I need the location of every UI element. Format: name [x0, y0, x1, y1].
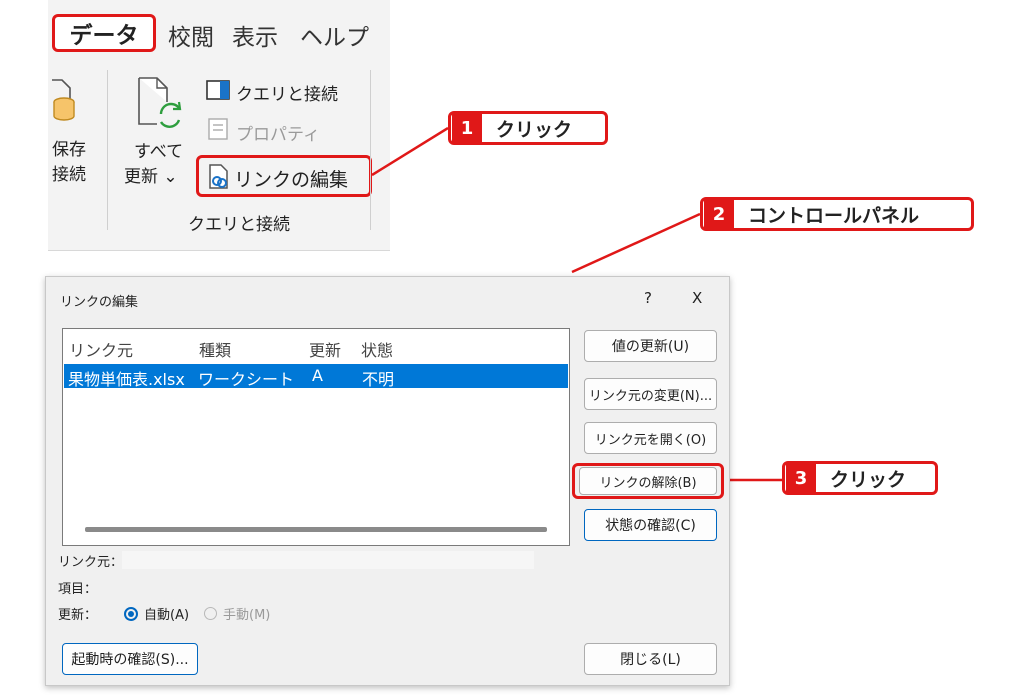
- callout-3-text: クリック: [830, 468, 907, 491]
- callout-1-number: 1: [452, 114, 482, 142]
- radio-unselected-icon: [204, 607, 217, 620]
- table-row[interactable]: 果物単価表.xlsx ワークシート A 不明: [64, 364, 568, 389]
- update-values-button[interactable]: 値の更新(U): [584, 330, 717, 362]
- radio-auto[interactable]: 自動(A): [124, 604, 189, 623]
- column-header-source[interactable]: リンク元: [69, 337, 133, 361]
- open-source-button[interactable]: リンク元を開く(O): [584, 422, 717, 454]
- links-list[interactable]: リンク元 種類 更新 状態 果物単価表.xlsx ワークシート A 不明: [62, 328, 570, 546]
- source-label: リンク元：: [58, 555, 124, 570]
- row-source: 果物単価表.xlsx: [68, 370, 185, 389]
- callout-2: 2 コントロールパネル: [700, 197, 974, 231]
- callout-1: 1 クリック: [448, 111, 608, 145]
- radio-manual: 手動(M): [204, 604, 270, 623]
- row-status: 不明: [362, 370, 395, 389]
- column-header-update[interactable]: 更新: [309, 337, 341, 361]
- break-link-button[interactable]: リンクの解除(B): [579, 467, 717, 495]
- check-status-button[interactable]: 状態の確認(C): [584, 509, 717, 541]
- change-source-button[interactable]: リンク元の変更(N)...: [584, 378, 717, 410]
- dialog-close-button[interactable]: 閉じる(L): [584, 643, 717, 675]
- callout-3-number: 3: [786, 464, 816, 492]
- help-button[interactable]: ?: [644, 289, 652, 307]
- edit-links-dialog: リンクの編集 ? X リンク元 種類 更新 状態 果物単価表.xlsx ワークシ…: [45, 276, 730, 686]
- callout-3: 3 クリック: [782, 461, 938, 495]
- callout-2-text: コントロールパネル: [748, 204, 920, 227]
- update-label: 更新：: [58, 608, 98, 623]
- radio-manual-label: 手動(M): [223, 608, 271, 623]
- callout-2-line: [571, 212, 701, 274]
- callout-2-number: 2: [704, 200, 734, 228]
- source-value: [122, 551, 534, 569]
- callout-1-line: [371, 126, 449, 177]
- radio-auto-label: 自動(A): [144, 608, 190, 623]
- dialog-title: リンクの編集: [60, 295, 139, 310]
- callout-1-text: クリック: [496, 118, 573, 141]
- row-update: A: [312, 366, 323, 385]
- column-header-type[interactable]: 種類: [199, 337, 231, 361]
- item-label: 項目：: [58, 582, 98, 597]
- close-icon[interactable]: X: [692, 289, 702, 307]
- row-type: ワークシート: [198, 370, 295, 389]
- startup-prompt-button[interactable]: 起動時の確認(S)...: [62, 643, 198, 675]
- column-header-status[interactable]: 状態: [361, 337, 393, 361]
- radio-selected-icon: [124, 606, 138, 621]
- horizontal-scrollbar[interactable]: [85, 527, 547, 532]
